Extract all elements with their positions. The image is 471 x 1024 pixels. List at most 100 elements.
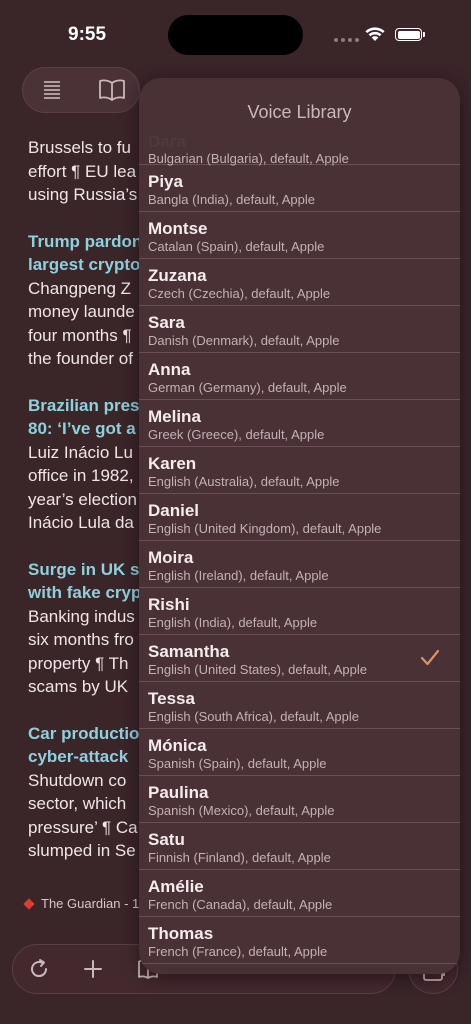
voice-name: Melina xyxy=(148,407,201,426)
panel-title: Voice Library xyxy=(247,102,352,122)
voice-row[interactable]: Rishi English (India), default, Apple xyxy=(139,588,460,635)
voice-description: Danish (Denmark), default, Apple xyxy=(148,333,340,348)
article-list: Brussels to fu effort ¶ EU lea using Rus… xyxy=(28,136,148,886)
voice-row-selected[interactable]: Samantha English (United States), default… xyxy=(139,635,460,682)
voice-description: Czech (Czechia), default, Apple xyxy=(148,286,331,301)
article-headline-line[interactable]: with fake cryp xyxy=(28,581,148,605)
voice-description: Greek (Greece), default, Apple xyxy=(148,427,325,442)
voice-row[interactable]: Piya Bangla (India), default, Apple xyxy=(139,165,460,212)
article-snippet-line: Luiz Inácio Lu xyxy=(28,442,133,462)
voice-description: English (United Kingdom), default, Apple xyxy=(148,521,382,536)
feed-source: The Guardian - 1 xyxy=(22,896,139,911)
article-item[interactable]: Brussels to fu effort ¶ EU lea using Rus… xyxy=(28,136,148,207)
article-item[interactable]: Brazilian pres 80: ‘I’ve got a Luiz Inác… xyxy=(28,394,148,535)
voice-description: German (Germany), default, Apple xyxy=(148,380,347,395)
article-snippet-line: money launde xyxy=(28,302,135,321)
voice-library-panel: Dara Bulgarian (Bulgaria), default, Appl… xyxy=(139,78,460,974)
voice-name: Piya xyxy=(148,172,183,191)
article-snippet-line: year’s election xyxy=(28,489,137,509)
article-snippet-line: Changpeng Z xyxy=(28,278,132,298)
voice-row[interactable]: Sara Danish (Denmark), default, Apple xyxy=(139,306,460,353)
list-icon xyxy=(44,81,60,99)
source-logo-icon xyxy=(23,897,35,910)
article-snippet-line: Banking indus xyxy=(28,606,135,626)
article-snippet-line: Brussels to fu xyxy=(28,138,131,157)
voice-name: Anna xyxy=(148,360,191,379)
article-snippet-line: Inácio Lula da xyxy=(28,513,134,532)
reader-view-button[interactable] xyxy=(83,68,141,112)
voice-row[interactable]: Moira English (Ireland), default, Apple xyxy=(139,541,460,588)
voice-row[interactable]: Mónica Spanish (Spain), default, Apple xyxy=(139,729,460,776)
status-bar: 9:55 xyxy=(0,0,471,70)
voice-name: Daniel xyxy=(148,501,200,520)
voice-row[interactable]: Tessa English (South Africa), default, Ap… xyxy=(139,682,460,729)
article-snippet-line: effort ¶ EU lea xyxy=(28,161,137,181)
voice-description: English (India), default, Apple xyxy=(148,615,318,630)
article-item[interactable]: Trump pardon largest crypto Changpeng Z … xyxy=(28,230,148,371)
voice-description: Spanish (Spain), default, Apple xyxy=(148,756,327,771)
voice-name: Thomas xyxy=(148,924,214,943)
plus-icon[interactable] xyxy=(81,957,105,981)
battery-icon xyxy=(395,28,425,41)
voice-row[interactable]: Montse Catalan (Spain), default, Apple xyxy=(139,212,460,259)
voice-name: Karen xyxy=(148,454,197,473)
article-snippet-line: office in 1982, xyxy=(28,466,134,485)
voice-name: Tessa xyxy=(148,689,195,708)
voice-description: Spanish (Mexico), default, Apple xyxy=(148,803,335,818)
book-icon xyxy=(99,79,125,101)
voice-name: Montse xyxy=(148,219,208,238)
article-headline-line[interactable]: cyber-attack xyxy=(28,745,148,769)
article-snippet-line: Shutdown co xyxy=(28,770,127,790)
voice-row[interactable]: Melina Greek (Greece), default, Apple xyxy=(139,400,460,447)
voice-name: Sara xyxy=(148,313,185,332)
status-time: 9:55 xyxy=(68,24,107,45)
voice-name: Paulina xyxy=(148,783,209,802)
voice-row[interactable]: Satu Finnish (Finland), default, Apple xyxy=(139,823,460,870)
article-headline-line[interactable]: 80: ‘I’ve got a xyxy=(28,417,148,441)
article-snippet-line: the founder of xyxy=(28,349,133,368)
voice-name: Satu xyxy=(148,830,185,849)
article-snippet-line: scams by UK xyxy=(28,677,129,696)
voice-description: French (France), default, Apple xyxy=(148,944,328,959)
dynamic-island xyxy=(168,15,303,55)
voice-row[interactable]: Amélie French (Canada), default, Apple xyxy=(139,870,460,917)
voice-row[interactable]: Daniel English (United Kingdom), default,… xyxy=(139,494,460,541)
voice-description: Finnish (Finland), default, Apple xyxy=(148,850,331,865)
voice-row[interactable]: Karen English (Australia), default, Apple xyxy=(139,447,460,494)
article-snippet-line: property ¶ Th xyxy=(28,653,129,673)
voice-name: Rishi xyxy=(148,595,190,614)
voice-description: Catalan (Spain), default, Apple xyxy=(148,239,325,254)
voice-name: Mónica xyxy=(148,736,207,755)
voice-description: Bulgarian (Bulgaria), default, Apple xyxy=(148,151,349,166)
article-headline-line[interactable]: Brazilian pres xyxy=(28,394,148,418)
article-headline-line[interactable]: Trump pardon xyxy=(28,230,148,254)
voice-name: Zuzana xyxy=(148,266,207,285)
article-item[interactable]: Surge in UK s with fake cryp Banking ind… xyxy=(28,558,148,699)
voice-description: English (Australia), default, Apple xyxy=(148,474,340,489)
voice-row[interactable]: Zuzana Czech (Czechia), default, Apple xyxy=(139,259,460,306)
cellular-icon xyxy=(334,38,359,42)
article-snippet-line: six months fro xyxy=(28,630,134,649)
voice-description: French (Canada), default, Apple xyxy=(148,897,333,912)
voice-list[interactable]: Dara Bulgarian (Bulgaria), default, Appl… xyxy=(139,132,460,964)
voice-row[interactable]: Thomas French (France), default, Apple xyxy=(139,917,460,964)
article-headline-line[interactable]: Surge in UK s xyxy=(28,558,148,582)
article-headline-line[interactable]: largest crypto xyxy=(28,253,148,277)
voice-description: English (United States), default, Apple xyxy=(148,662,367,677)
voice-row[interactable]: Paulina Spanish (Mexico), default, Apple xyxy=(139,776,460,823)
list-view-button[interactable] xyxy=(23,68,81,112)
voice-description: English (Ireland), default, Apple xyxy=(148,568,329,583)
article-headline-line[interactable]: Car productio xyxy=(28,722,148,746)
article-snippet-line: sector, which xyxy=(28,794,127,813)
article-snippet-line: four months ¶ xyxy=(28,325,132,345)
voice-description: English (South Africa), default, Apple xyxy=(148,709,360,724)
voice-description: Bangla (India), default, Apple xyxy=(148,192,315,207)
voice-name: Samantha xyxy=(148,642,230,661)
article-snippet-line: slumped in Se xyxy=(28,841,136,860)
source-label: The Guardian - 1 xyxy=(41,896,140,911)
voice-name: Moira xyxy=(148,548,194,567)
reload-icon[interactable] xyxy=(27,957,51,981)
voice-row[interactable]: Anna German (Germany), default, Apple xyxy=(139,353,460,400)
article-item[interactable]: Car productio cyber-attack Shutdown co s… xyxy=(28,722,148,863)
checkmark-icon xyxy=(420,649,440,666)
